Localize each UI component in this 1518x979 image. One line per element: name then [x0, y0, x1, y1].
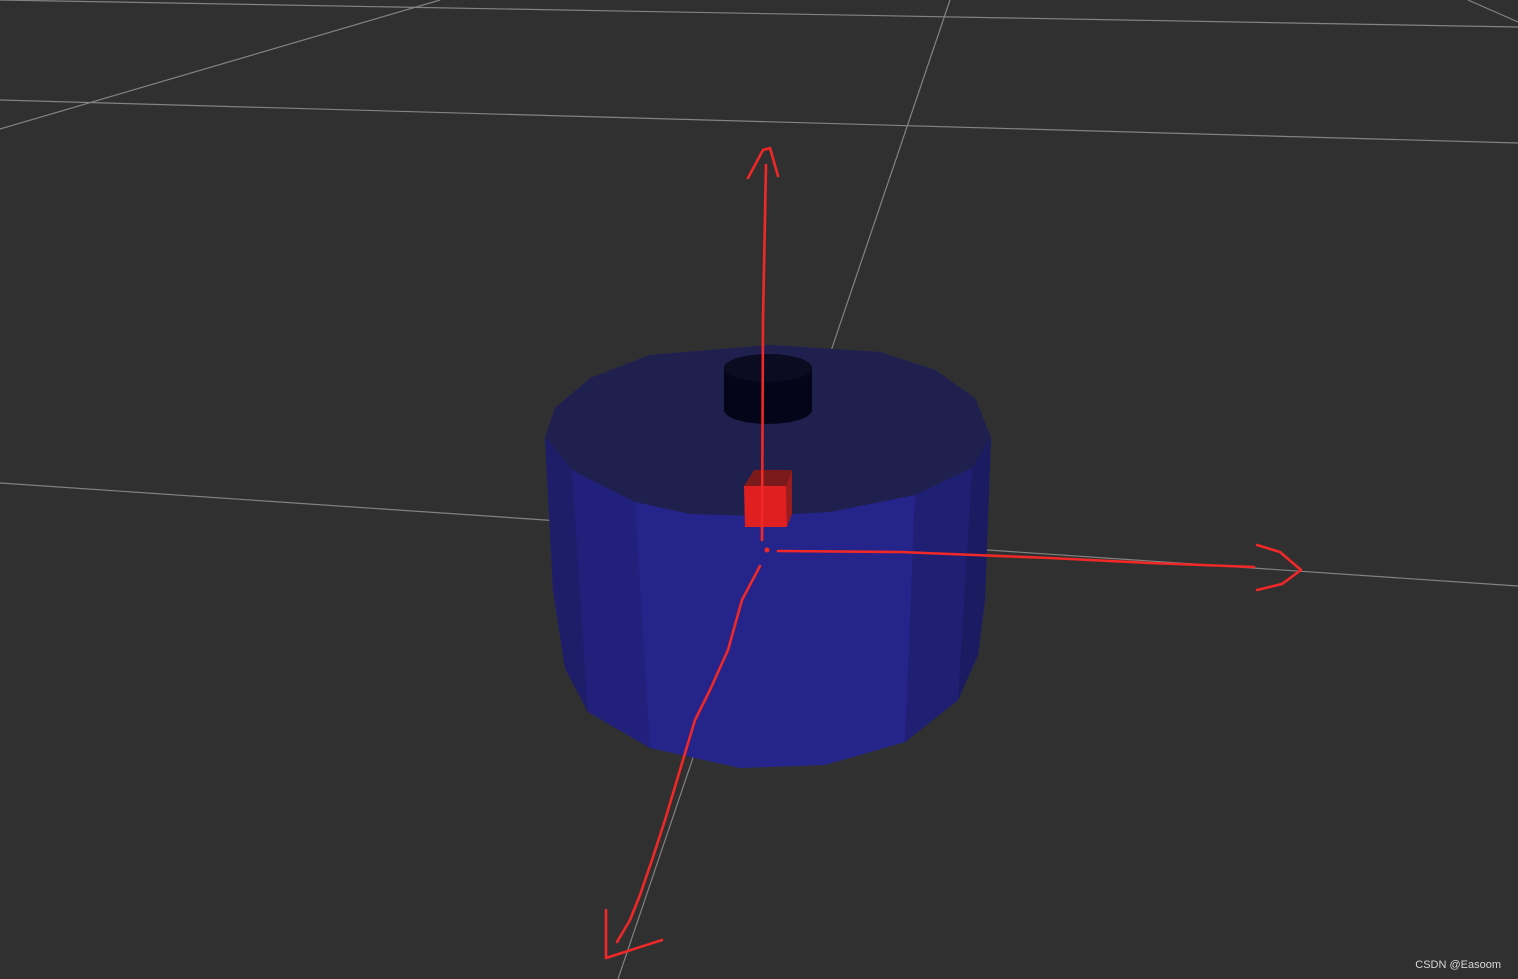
- 3d-viewport[interactable]: CSDN @Easoom: [0, 0, 1518, 979]
- grid-line: [1467, 0, 1518, 23]
- cylinder-facet-right: [905, 468, 972, 742]
- grid-line: [0, 0, 441, 130]
- cube-front: [744, 486, 787, 527]
- scene-canvas: [0, 0, 1518, 979]
- sensor-top: [724, 354, 812, 382]
- sensor-cylinder: [724, 354, 812, 424]
- right-arrow-head: [1255, 543, 1303, 592]
- red-marker-cube: [744, 470, 792, 527]
- down-left-arrow-head: [604, 908, 664, 960]
- grid-line: [0, 0, 1518, 28]
- grid-line: [0, 99, 1518, 144]
- up-arrow-head: [746, 146, 780, 180]
- origin-dot: [764, 547, 770, 553]
- watermark-text: CSDN @Easoom: [1415, 959, 1501, 971]
